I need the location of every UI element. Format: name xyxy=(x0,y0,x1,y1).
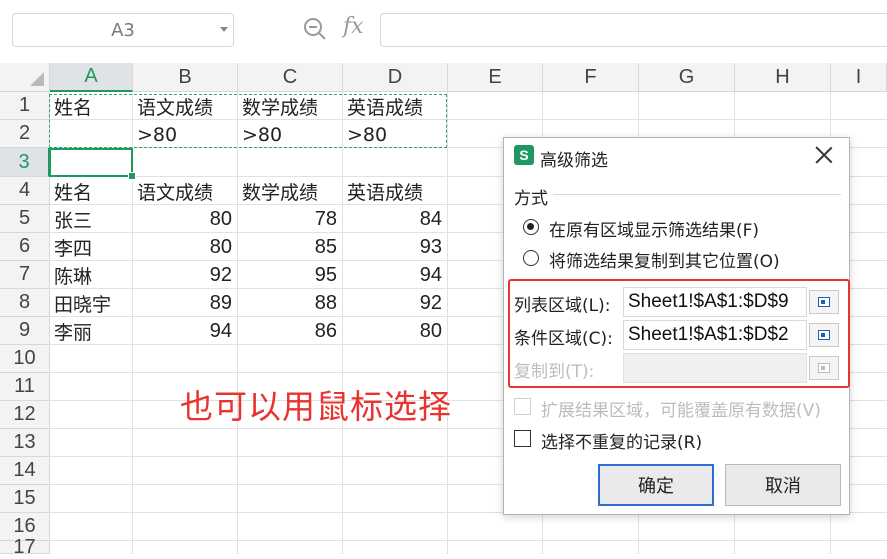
column-header-d[interactable]: D xyxy=(343,63,448,92)
table-cell[interactable]: 陈琳 xyxy=(50,262,132,289)
ok-button[interactable]: 确定 xyxy=(598,464,714,506)
table-cell[interactable]: 80 xyxy=(133,234,237,261)
table-cell[interactable]: 92 xyxy=(343,290,447,317)
zoom-out-icon[interactable] xyxy=(303,17,327,41)
row-header-8[interactable]: 8 xyxy=(0,289,50,317)
expand-result-checkbox[interactable] xyxy=(514,398,531,415)
cancel-button[interactable]: 取消 xyxy=(725,464,841,506)
column-header-i[interactable]: I xyxy=(831,63,887,92)
row-header-15[interactable]: 15 xyxy=(0,485,50,513)
table-cell[interactable]: 李丽 xyxy=(50,318,132,345)
criteria-range-input[interactable]: Sheet1!$A$1:$D$2 xyxy=(623,320,807,350)
table-cell[interactable]: 86 xyxy=(238,318,342,345)
table-cell[interactable]: 92 xyxy=(133,262,237,289)
row-header-9[interactable]: 9 xyxy=(0,317,50,345)
copy-to-picker-button[interactable] xyxy=(809,356,839,380)
annotation-text: 也可以用鼠标选择 xyxy=(180,387,452,426)
range-picker-icon xyxy=(818,363,830,373)
close-icon[interactable] xyxy=(813,144,835,166)
row-header-6[interactable]: 6 xyxy=(0,233,50,261)
list-range-input[interactable]: Sheet1!$A$1:$D$9 xyxy=(623,287,807,317)
cell-b4[interactable]: 语文成绩 xyxy=(133,178,237,205)
app-logo-icon: S xyxy=(514,145,534,165)
criteria-range-label: 条件区域(C): xyxy=(514,329,613,349)
radio-copy-to[interactable] xyxy=(523,250,539,266)
row-header-1[interactable]: 1 xyxy=(0,92,50,120)
gridline xyxy=(50,540,887,541)
dialog-title: 高级筛选 xyxy=(540,151,608,171)
criteria-range-picker-button[interactable] xyxy=(809,323,839,347)
criteria-range-marquee xyxy=(49,94,447,148)
table-cell[interactable]: 张三 xyxy=(50,206,132,233)
table-cell[interactable]: 94 xyxy=(133,318,237,345)
row-header-4[interactable]: 4 xyxy=(0,177,50,205)
group-divider xyxy=(553,194,841,195)
column-header-b[interactable]: B xyxy=(133,63,238,92)
row-header-17[interactable]: 17 xyxy=(0,536,50,558)
select-all-icon xyxy=(30,72,44,86)
row-header-12[interactable]: 12 xyxy=(0,401,50,429)
column-header-e[interactable]: E xyxy=(448,63,543,92)
table-cell[interactable]: 93 xyxy=(343,234,447,261)
method-group-label: 方式 xyxy=(514,189,548,209)
row-header-13[interactable]: 13 xyxy=(0,429,50,457)
row-header-14[interactable]: 14 xyxy=(0,457,50,485)
range-picker-icon xyxy=(818,297,830,307)
unique-records-checkbox[interactable] xyxy=(514,430,531,447)
column-header-g[interactable]: G xyxy=(639,63,735,92)
table-cell[interactable]: 94 xyxy=(343,262,447,289)
copy-to-input[interactable] xyxy=(623,353,807,383)
cell-d4[interactable]: 英语成绩 xyxy=(343,178,447,205)
active-cell-a3[interactable] xyxy=(49,148,133,177)
table-cell[interactable]: 95 xyxy=(238,262,342,289)
radio-copy-to-label[interactable]: 将筛选结果复制到其它位置(O) xyxy=(549,247,780,272)
table-cell[interactable]: 84 xyxy=(343,206,447,233)
row-header-2[interactable]: 2 xyxy=(0,120,50,148)
table-cell[interactable]: 85 xyxy=(238,234,342,261)
cell-a4[interactable]: 姓名 xyxy=(50,178,132,205)
unique-records-label[interactable]: 选择不重复的记录(R) xyxy=(541,428,702,453)
radio-in-place[interactable] xyxy=(523,219,539,235)
chevron-down-icon[interactable] xyxy=(220,27,228,32)
table-cell[interactable]: 李四 xyxy=(50,234,132,261)
column-header-c[interactable]: C xyxy=(238,63,343,92)
range-picker-icon xyxy=(818,330,830,340)
row-header-10[interactable]: 10 xyxy=(0,345,50,373)
name-box[interactable]: A3 xyxy=(12,13,234,47)
table-cell[interactable]: 田晓宇 xyxy=(50,290,132,317)
radio-in-place-label[interactable]: 在原有区域显示筛选结果(F) xyxy=(549,216,759,241)
expand-result-label[interactable]: 扩展结果区域，可能覆盖原有数据(V) xyxy=(541,396,821,421)
table-cell[interactable]: 80 xyxy=(343,318,447,345)
row-header-11[interactable]: 11 xyxy=(0,373,50,401)
row-header-7[interactable]: 7 xyxy=(0,261,50,289)
row-header-3[interactable]: 3 xyxy=(0,148,50,177)
table-cell[interactable]: 88 xyxy=(238,290,342,317)
table-cell[interactable]: 80 xyxy=(133,206,237,233)
table-cell[interactable]: 89 xyxy=(133,290,237,317)
column-header-a[interactable]: A xyxy=(50,63,133,92)
table-cell[interactable]: 78 xyxy=(238,206,342,233)
list-range-label: 列表区域(L): xyxy=(514,296,611,316)
column-header-h[interactable]: H xyxy=(735,63,831,92)
formula-input[interactable] xyxy=(380,13,887,47)
list-range-picker-button[interactable] xyxy=(809,290,839,314)
cell-c4[interactable]: 数学成绩 xyxy=(238,178,342,205)
function-icon[interactable]: fx xyxy=(343,14,364,39)
row-header-5[interactable]: 5 xyxy=(0,205,50,233)
column-header-f[interactable]: F xyxy=(543,63,639,92)
copy-to-label: 复制到(T): xyxy=(514,362,595,382)
